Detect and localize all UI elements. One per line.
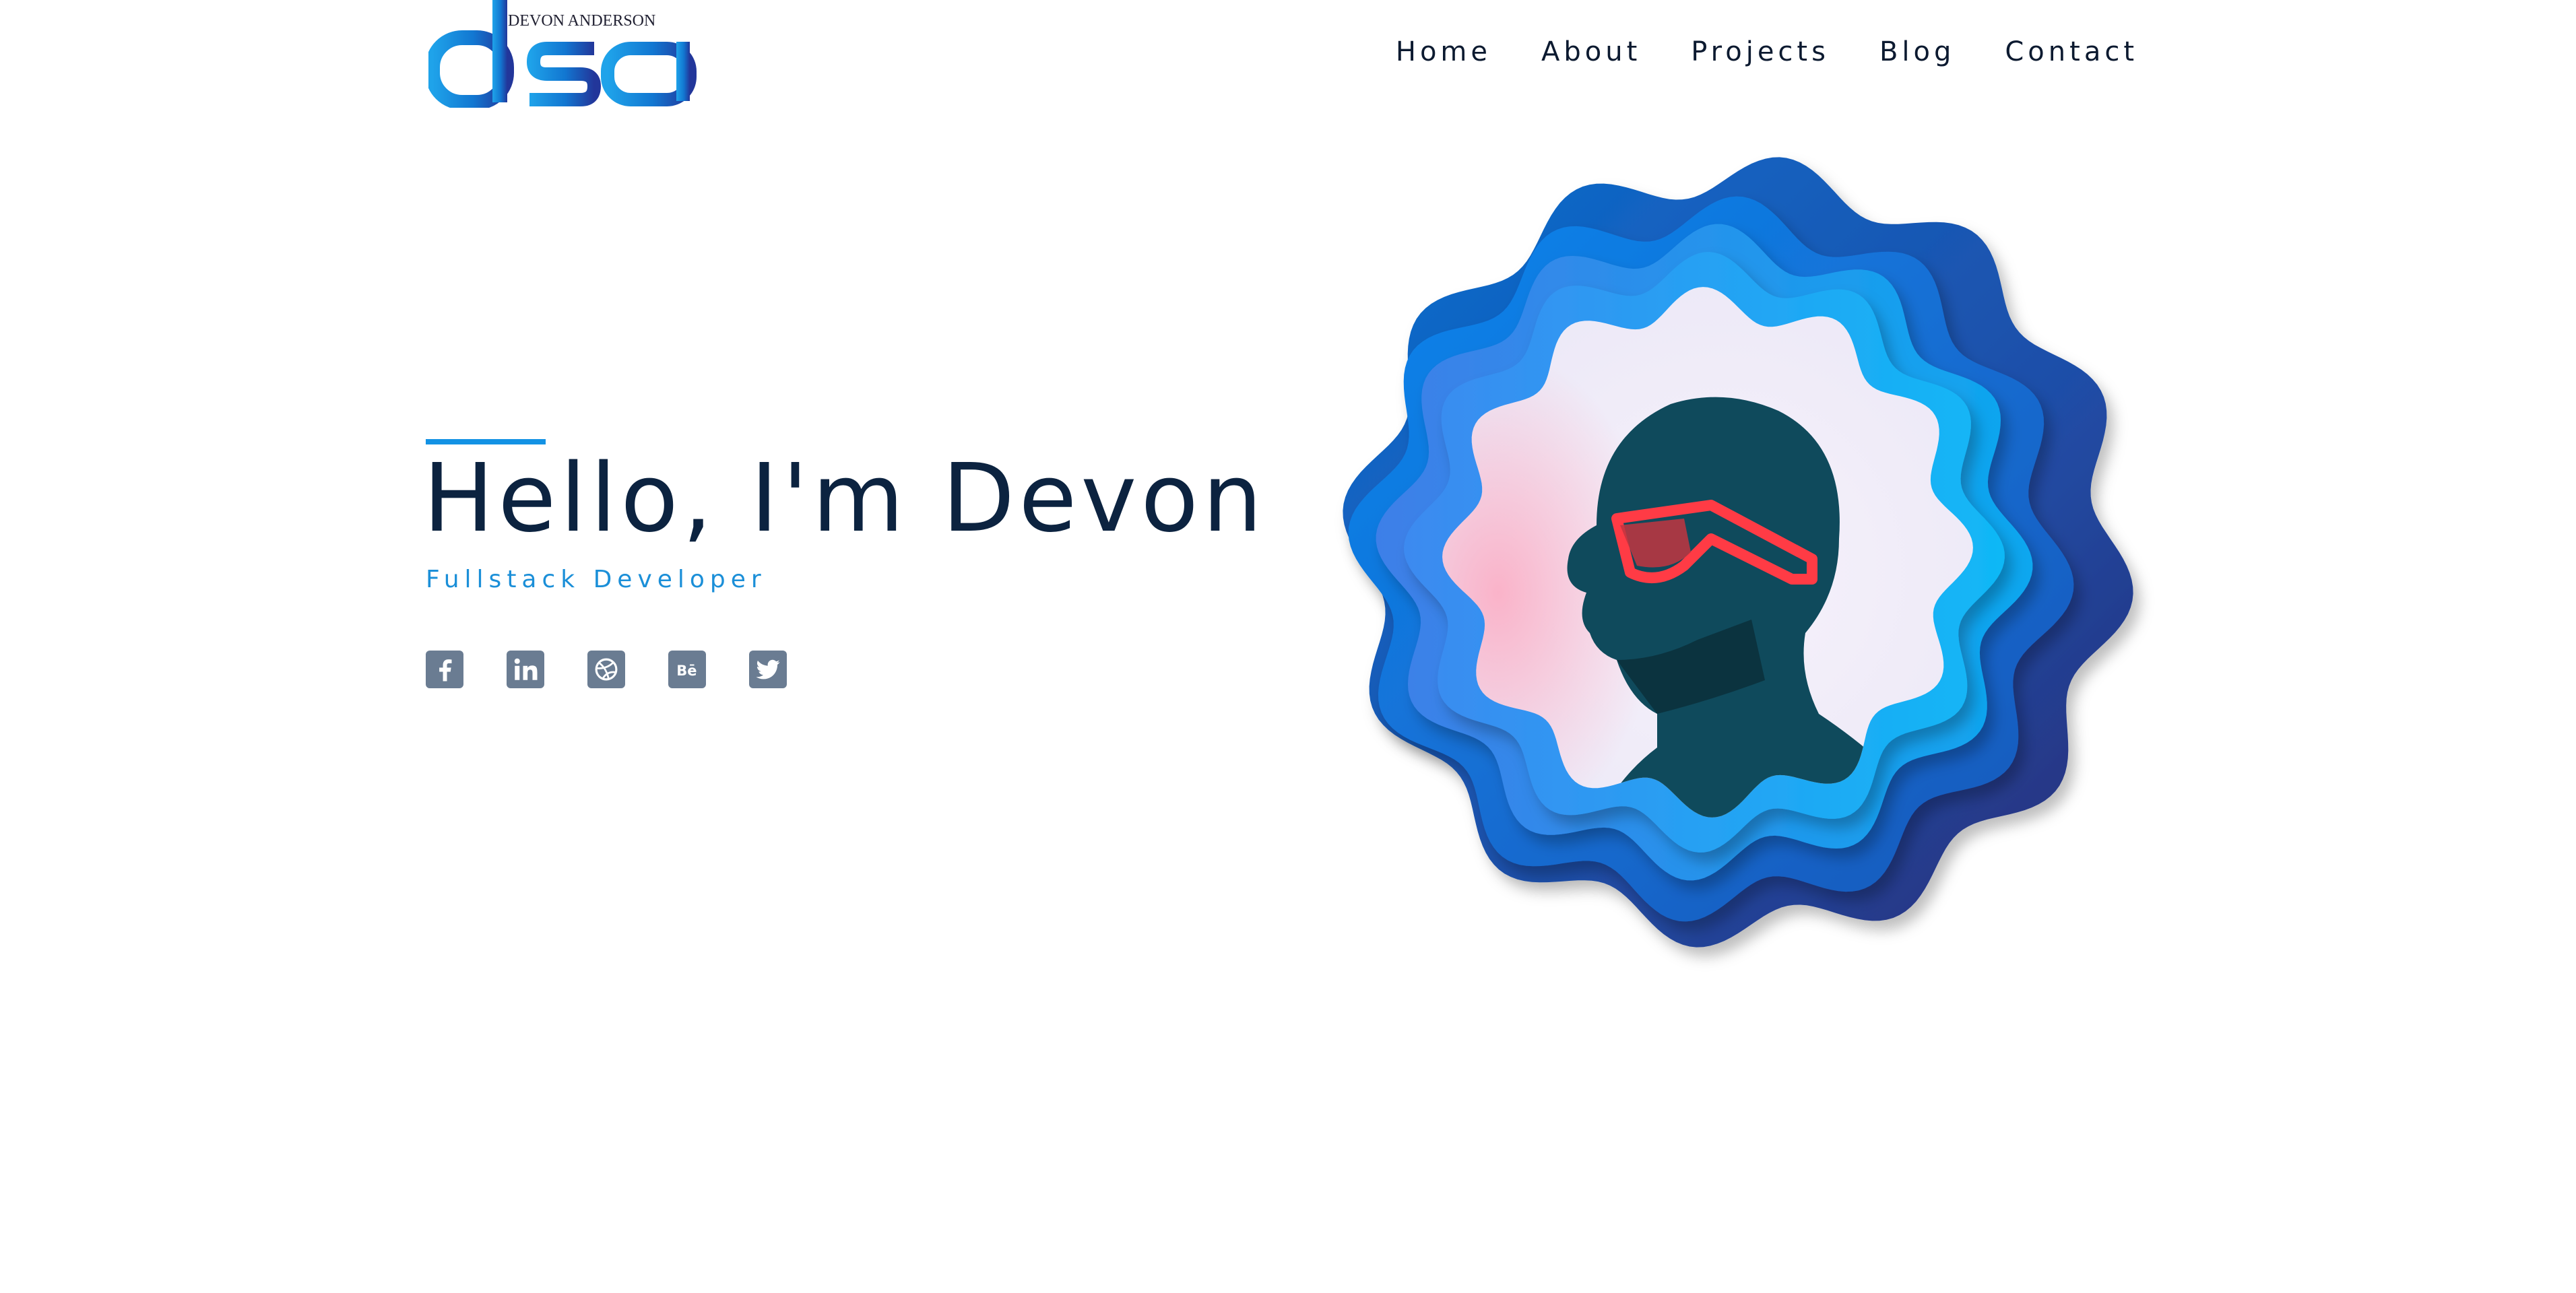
main-nav: Home About Projects Blog Contact <box>1396 36 2138 67</box>
social-links: Bē <box>426 651 787 688</box>
logo[interactable]: DEVON ANDERSON <box>428 0 698 108</box>
wavy-frame <box>1343 157 2133 948</box>
nav-blog[interactable]: Blog <box>1879 36 1955 67</box>
nav-home[interactable]: Home <box>1396 36 1491 67</box>
facebook-icon[interactable] <box>426 651 463 688</box>
hero-subtitle: Fullstack Developer <box>426 566 767 593</box>
svg-text:Bē: Bē <box>676 663 697 679</box>
twitter-icon[interactable] <box>749 651 787 688</box>
hero-portrait <box>1280 121 2169 1024</box>
nav-projects[interactable]: Projects <box>1691 36 1830 67</box>
nav-about[interactable]: About <box>1541 36 1641 67</box>
dribbble-icon[interactable] <box>587 651 625 688</box>
logo-name: DEVON ANDERSON <box>508 12 655 30</box>
nav-contact[interactable]: Contact <box>2005 36 2138 67</box>
behance-icon[interactable]: Bē <box>668 651 706 688</box>
logo-mark: DEVON ANDERSON <box>428 0 697 108</box>
linkedin-icon[interactable] <box>507 651 544 688</box>
hero-title: Hello, I'm Devon <box>423 444 1266 554</box>
